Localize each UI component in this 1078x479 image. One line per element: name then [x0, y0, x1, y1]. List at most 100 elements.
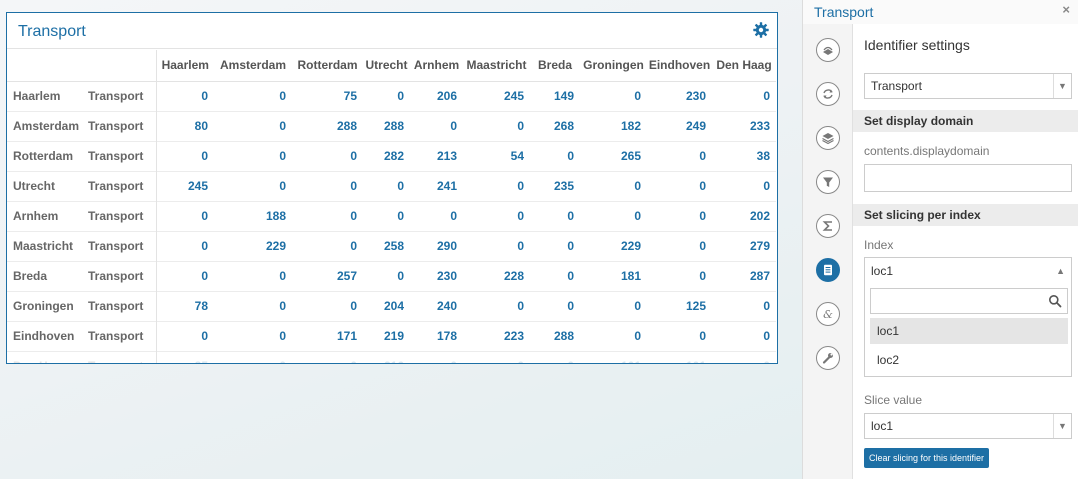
table-cell[interactable]: 245 [463, 81, 530, 111]
table-cell[interactable]: 0 [410, 111, 463, 141]
table-cell[interactable]: 178 [410, 321, 463, 351]
table-cell[interactable]: 202 [712, 201, 776, 231]
table-cell[interactable]: 288 [363, 111, 410, 141]
column-header[interactable]: Eindhoven [647, 50, 712, 82]
table-cell[interactable]: 265 [580, 141, 647, 171]
layers-icon[interactable] [816, 126, 840, 150]
table-cell[interactable]: 223 [463, 321, 530, 351]
table-cell[interactable]: 171 [292, 321, 363, 351]
gear-icon[interactable] [753, 22, 769, 38]
table-cell[interactable]: 188 [214, 201, 292, 231]
table-cell[interactable]: 0 [156, 201, 214, 231]
table-cell[interactable]: 0 [463, 231, 530, 261]
table-cell[interactable]: 78 [156, 291, 214, 321]
table-cell[interactable]: 0 [530, 291, 580, 321]
column-header[interactable]: Utrecht [363, 50, 410, 82]
filter-icon[interactable] [816, 170, 840, 194]
table-cell[interactable]: 235 [530, 171, 580, 201]
index-option-loc2[interactable]: loc2 [870, 347, 1068, 373]
table-cell[interactable]: 279 [712, 231, 776, 261]
table-cell[interactable]: 38 [712, 141, 776, 171]
table-cell[interactable]: 75 [292, 81, 363, 111]
table-cell[interactable]: 287 [712, 261, 776, 291]
table-cell[interactable]: 80 [156, 111, 214, 141]
table-cell[interactable]: 0 [712, 171, 776, 201]
table-cell[interactable]: 0 [214, 171, 292, 201]
table-cell[interactable]: 0 [214, 351, 292, 363]
table-cell[interactable]: 0 [292, 141, 363, 171]
table-cell[interactable]: 0 [580, 291, 647, 321]
column-header[interactable]: Amsterdam [214, 50, 292, 82]
table-cell[interactable]: 0 [463, 291, 530, 321]
table-cell[interactable]: 0 [530, 201, 580, 231]
table-cell[interactable]: 0 [363, 171, 410, 201]
table-cell[interactable]: 182 [580, 111, 647, 141]
table-cell[interactable]: 0 [410, 351, 463, 363]
table-cell[interactable]: 219 [363, 321, 410, 351]
table-cell[interactable]: 0 [647, 141, 712, 171]
table-cell[interactable]: 85 [156, 351, 214, 363]
table-cell[interactable]: 101 [647, 351, 712, 363]
table-cell[interactable]: 0 [156, 321, 214, 351]
sigma-icon[interactable] [816, 214, 840, 238]
column-header[interactable]: Groningen [580, 50, 647, 82]
table-cell[interactable]: 206 [410, 81, 463, 111]
column-header[interactable]: Haarlem [156, 50, 214, 82]
table-cell[interactable]: 0 [363, 201, 410, 231]
data-table-viewport[interactable]: Haarlem Amsterdam Rotterdam Utrecht Arnhem Ma… [7, 50, 777, 363]
table-cell[interactable]: 0 [647, 171, 712, 201]
table-cell[interactable]: 233 [712, 111, 776, 141]
column-header[interactable]: Breda [530, 50, 580, 82]
table-cell[interactable]: 0 [292, 171, 363, 201]
table-cell[interactable]: 0 [580, 171, 647, 201]
table-cell[interactable]: 0 [214, 291, 292, 321]
table-cell[interactable]: 0 [292, 201, 363, 231]
table-cell[interactable]: 240 [410, 291, 463, 321]
table-cell[interactable]: 181 [580, 261, 647, 291]
table-cell[interactable]: 249 [647, 111, 712, 141]
table-cell[interactable]: 149 [530, 81, 580, 111]
table-cell[interactable]: 213 [410, 141, 463, 171]
table-cell[interactable]: 0 [647, 201, 712, 231]
table-cell[interactable]: 0 [530, 231, 580, 261]
column-header[interactable]: Den Haag [712, 50, 776, 82]
table-cell[interactable]: 0 [712, 351, 776, 363]
display-domain-input[interactable] [864, 164, 1072, 192]
table-cell[interactable]: 101 [580, 351, 647, 363]
table-cell[interactable]: 0 [363, 81, 410, 111]
table-cell[interactable]: 0 [214, 141, 292, 171]
table-cell[interactable]: 228 [463, 261, 530, 291]
table-cell[interactable]: 0 [463, 351, 530, 363]
table-cell[interactable]: 258 [363, 231, 410, 261]
table-cell[interactable]: 54 [463, 141, 530, 171]
index-option-loc1[interactable]: loc1 [870, 318, 1068, 344]
table-cell[interactable]: 0 [463, 201, 530, 231]
table-cell[interactable]: 290 [410, 231, 463, 261]
table-cell[interactable]: 216 [363, 351, 410, 363]
table-cell[interactable]: 0 [580, 321, 647, 351]
table-cell[interactable]: 288 [530, 321, 580, 351]
table-cell[interactable]: 0 [647, 261, 712, 291]
table-cell[interactable]: 0 [647, 231, 712, 261]
identifier-select[interactable]: Transport ▼ [864, 73, 1072, 99]
index-search-input[interactable] [870, 288, 1068, 314]
table-cell[interactable]: 229 [214, 231, 292, 261]
table-cell[interactable]: 0 [214, 261, 292, 291]
table-cell[interactable]: 0 [712, 81, 776, 111]
table-cell[interactable]: 0 [463, 171, 530, 201]
document-icon[interactable] [816, 258, 840, 282]
close-icon[interactable]: × [1062, 2, 1070, 17]
index-select[interactable]: loc1 ▲ [865, 258, 1071, 284]
table-cell[interactable]: 204 [363, 291, 410, 321]
table-cell[interactable]: 0 [292, 231, 363, 261]
clear-slicing-button[interactable]: Clear slicing for this identifier [864, 448, 990, 468]
refresh-icon[interactable] [816, 82, 840, 106]
table-cell[interactable]: 0 [530, 141, 580, 171]
table-cell[interactable]: 0 [580, 201, 647, 231]
table-cell[interactable]: 0 [712, 291, 776, 321]
wrench-icon[interactable] [816, 346, 840, 370]
table-cell[interactable]: 230 [647, 81, 712, 111]
table-cell[interactable]: 125 [647, 291, 712, 321]
table-cell[interactable]: 241 [410, 171, 463, 201]
table-cell[interactable]: 230 [410, 261, 463, 291]
